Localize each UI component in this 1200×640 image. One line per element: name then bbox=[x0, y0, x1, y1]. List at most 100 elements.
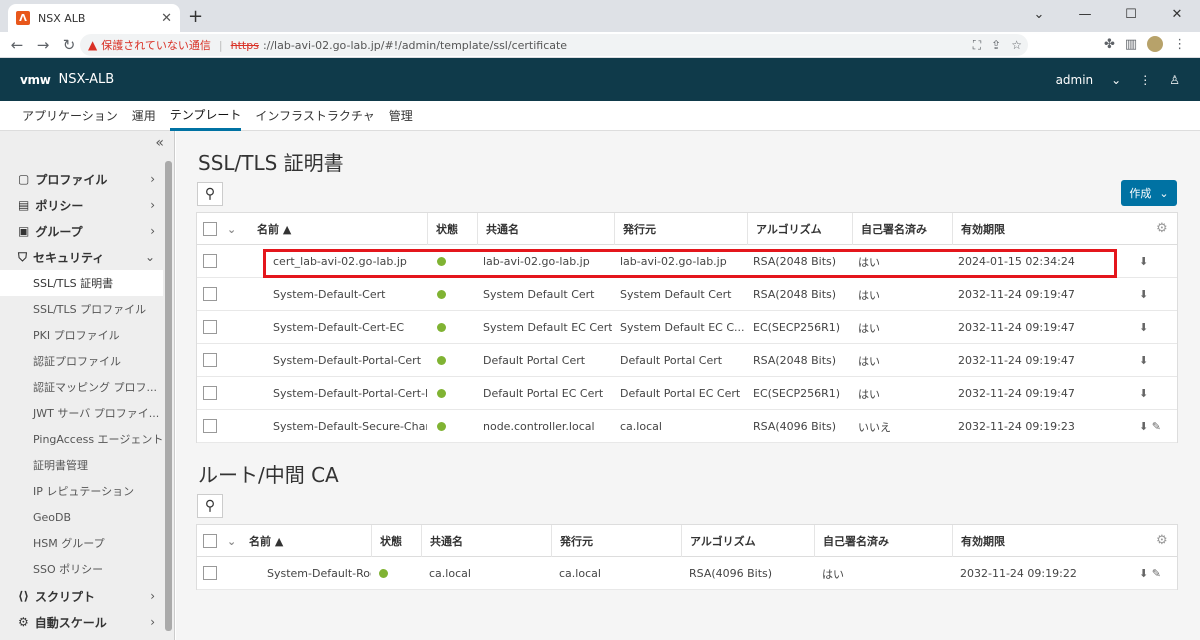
row-actions[interactable]: ⬇ bbox=[1139, 344, 1148, 377]
vmw-logo: vmw bbox=[20, 72, 51, 87]
window-close-icon[interactable]: ✕ bbox=[1154, 0, 1200, 28]
col-expiry[interactable]: 有効期限 bbox=[952, 213, 1132, 245]
cell-name: System-Default-Secure-Channel bbox=[273, 420, 427, 433]
gear-icon[interactable]: ⚙ bbox=[1156, 533, 1168, 548]
sidebar-item-auth-mapping[interactable]: 認証マッピング プロフ... bbox=[0, 374, 163, 400]
row-checkbox[interactable] bbox=[203, 353, 217, 367]
sidebar-group-label: セキュリティ bbox=[33, 250, 105, 265]
new-tab-icon[interactable]: + bbox=[188, 6, 203, 27]
cell-expiry: 2032-11-24 09:19:47 bbox=[958, 387, 1075, 400]
col-status[interactable]: 状態 bbox=[371, 525, 421, 557]
browser-tab[interactable]: Λ NSX ALB ✕ bbox=[8, 4, 180, 32]
chevron-down-icon[interactable]: ⌄ bbox=[1111, 73, 1121, 87]
more-icon[interactable]: ⋮ bbox=[1139, 73, 1151, 87]
select-all-checkbox[interactable] bbox=[203, 534, 217, 548]
collapse-icon[interactable]: « bbox=[155, 135, 164, 151]
col-issuer[interactable]: 発行元 bbox=[614, 213, 747, 245]
col-algorithm[interactable]: アルゴリズム bbox=[747, 213, 852, 245]
minimize-icon[interactable]: — bbox=[1062, 0, 1108, 28]
sidebar-group-groups[interactable]: ▣ グループ › bbox=[0, 218, 163, 244]
sidebar-item-geodb[interactable]: GeoDB bbox=[0, 504, 163, 530]
cell-status bbox=[429, 311, 477, 344]
row-actions[interactable]: ⬇ ✎ bbox=[1139, 410, 1161, 443]
url-input[interactable]: ▲ 保護されていない通信 | https://lab-avi-02.go-lab… bbox=[80, 34, 1028, 56]
col-common-name[interactable]: 共通名 bbox=[421, 525, 551, 557]
table-row[interactable]: System-Default-Portal-Cert-EC Default Por… bbox=[197, 377, 1177, 410]
forward-icon[interactable]: → bbox=[30, 36, 56, 54]
sidebar-item-jwt-server[interactable]: JWT サーバ プロファイ... bbox=[0, 400, 163, 426]
sidebar-item-auth-profiles[interactable]: 認証プロファイル bbox=[0, 348, 163, 374]
col-expiry[interactable]: 有効期限 bbox=[952, 525, 1132, 557]
sidepanel-icon[interactable]: ▥ bbox=[1125, 37, 1137, 52]
row-checkbox[interactable] bbox=[203, 287, 217, 301]
sidebar-item-sso-policy[interactable]: SSO ポリシー bbox=[0, 556, 163, 582]
highlight-box bbox=[263, 249, 1117, 278]
maximize-icon[interactable]: ☐ bbox=[1108, 0, 1154, 28]
sidebar-group-profiles[interactable]: ▢ プロファイル › bbox=[0, 166, 163, 192]
table-row[interactable]: System-Default-Root ca.local ca.local RSA(4… bbox=[197, 557, 1177, 590]
tab-search-icon[interactable]: ⌄ bbox=[1016, 0, 1062, 28]
row-checkbox[interactable] bbox=[203, 254, 217, 268]
row-actions[interactable]: ⬇ bbox=[1139, 377, 1148, 410]
ca-search-button[interactable]: ⚲ bbox=[197, 494, 223, 518]
row-actions[interactable]: ⬇ bbox=[1139, 311, 1148, 344]
table-row[interactable]: System-Default-Cert System Default Cert Sy… bbox=[197, 278, 1177, 311]
search-button[interactable]: ⚲ bbox=[197, 182, 223, 206]
col-self-signed[interactable]: 自己署名済み bbox=[814, 525, 952, 557]
warning-icon: ▲ bbox=[88, 38, 98, 52]
tab-administration[interactable]: 管理 bbox=[389, 101, 413, 131]
sidebar-item-ssl-certificates[interactable]: SSL/TLS 証明書 bbox=[0, 270, 163, 296]
row-actions[interactable]: ⬇ bbox=[1139, 245, 1148, 278]
close-icon[interactable]: ✕ bbox=[161, 11, 172, 26]
sidebar-group-autoscale[interactable]: ⚙ 自動スケール › bbox=[0, 609, 163, 635]
col-name[interactable]: 名前 ▲ bbox=[241, 525, 371, 557]
sidebar-group-security[interactable]: ⛉ セキュリティ ⌄ bbox=[0, 244, 163, 270]
table-row[interactable]: System-Default-Secure-Channel node.contro… bbox=[197, 410, 1177, 443]
col-self-signed[interactable]: 自己署名済み bbox=[852, 213, 952, 245]
sidebar-scrollbar[interactable] bbox=[165, 161, 172, 631]
sidebar-group-scripts[interactable]: ⟨⟩ スクリプト › bbox=[0, 583, 163, 609]
sidebar-group-policies[interactable]: ▤ ポリシー › bbox=[0, 192, 163, 218]
gear-icon[interactable]: ⚙ bbox=[1156, 221, 1168, 236]
user-name[interactable]: admin bbox=[1056, 73, 1094, 87]
table-row[interactable]: System-Default-Portal-Cert Default Portal… bbox=[197, 344, 1177, 377]
extensions-icon[interactable]: ✤ bbox=[1104, 37, 1115, 52]
share-icon[interactable]: ⇪ bbox=[991, 38, 1001, 53]
row-actions[interactable]: ⬇ bbox=[1139, 278, 1148, 311]
browser-menu-icon[interactable]: ⋮ bbox=[1173, 37, 1186, 52]
row-checkbox[interactable] bbox=[203, 386, 217, 400]
tab-infrastructure[interactable]: インフラストラクチャ bbox=[255, 101, 374, 131]
col-algorithm[interactable]: アルゴリズム bbox=[681, 525, 814, 557]
col-issuer[interactable]: 発行元 bbox=[551, 525, 681, 557]
user-icon[interactable]: ♙ bbox=[1169, 73, 1180, 87]
create-button[interactable]: 作成 ⌄ bbox=[1121, 180, 1177, 206]
translate-icon[interactable]: ⛶ bbox=[973, 38, 981, 53]
bookmark-star-icon[interactable]: ☆ bbox=[1011, 38, 1022, 53]
col-status[interactable]: 状態 bbox=[427, 213, 477, 245]
address-bar: ← → ↻ ▲ 保護されていない通信 | https://lab-avi-02.… bbox=[0, 32, 1200, 58]
reload-icon[interactable]: ↻ bbox=[56, 36, 82, 54]
sidebar-item-hsm-groups[interactable]: HSM グループ bbox=[0, 530, 163, 556]
back-icon[interactable]: ← bbox=[4, 36, 30, 54]
row-actions[interactable]: ⬇ ✎ bbox=[1139, 557, 1161, 590]
sidebar-item-cert-management[interactable]: 証明書管理 bbox=[0, 452, 163, 478]
sidebar-item-pingaccess[interactable]: PingAccess エージェント bbox=[0, 426, 163, 452]
tab-applications[interactable]: アプリケーション bbox=[22, 101, 118, 131]
tab-templates[interactable]: テンプレート bbox=[169, 101, 242, 131]
row-checkbox[interactable] bbox=[203, 419, 217, 433]
tab-operations[interactable]: 運用 bbox=[132, 101, 156, 131]
select-menu-icon[interactable]: ⌄ bbox=[219, 213, 249, 245]
profile-avatar[interactable] bbox=[1147, 36, 1164, 52]
col-name[interactable]: 名前 ▲ bbox=[249, 213, 427, 245]
url-scheme: https bbox=[230, 38, 259, 52]
row-checkbox[interactable] bbox=[203, 566, 217, 580]
cell-status bbox=[429, 410, 477, 443]
page-title: SSL/TLS 証明書 bbox=[198, 151, 344, 175]
table-row[interactable]: System-Default-Cert-EC System Default EC … bbox=[197, 311, 1177, 344]
select-all-checkbox[interactable] bbox=[203, 222, 217, 236]
col-common-name[interactable]: 共通名 bbox=[477, 213, 614, 245]
sidebar-item-ip-reputation[interactable]: IP レピュテーション bbox=[0, 478, 163, 504]
sidebar-item-pki-profiles[interactable]: PKI プロファイル bbox=[0, 322, 163, 348]
row-checkbox[interactable] bbox=[203, 320, 217, 334]
sidebar-item-ssl-profiles[interactable]: SSL/TLS プロファイル bbox=[0, 296, 163, 322]
